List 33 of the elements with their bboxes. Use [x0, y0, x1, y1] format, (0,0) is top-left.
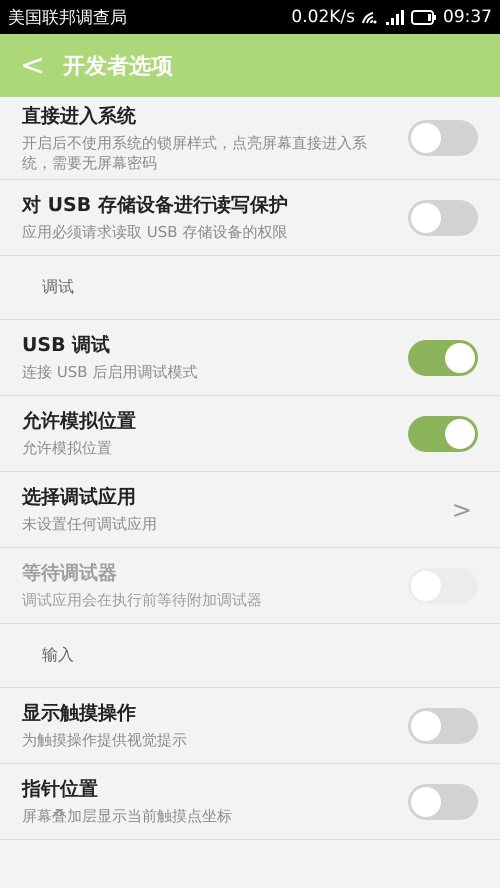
page-title: 开发者选项: [63, 52, 174, 80]
setting-description: 为触摸操作提供视觉提示: [22, 731, 188, 751]
setting-title: 选择调试应用: [22, 485, 137, 510]
setting-description: 允许模拟位置: [22, 439, 113, 459]
setting-title: 显示触摸操作: [22, 701, 137, 726]
section-header: 输入: [42, 645, 74, 666]
setting-description: 应用必须请求读取 USB 存储设备的权限: [22, 223, 288, 243]
toggle-switch[interactable]: [408, 708, 478, 744]
network-speed: 0.02K/s: [291, 7, 355, 27]
toggle-switch[interactable]: [408, 784, 478, 820]
setting-description: 连接 USB 后启用调试模式: [22, 363, 198, 383]
setting-description: 调试应用会在执行前等待附加调试器: [22, 591, 263, 611]
chevron[interactable]: >: [452, 496, 478, 524]
setting-title: 允许模拟位置: [22, 409, 137, 434]
setting-title: 对 USB 存储设备进行读写保护: [22, 193, 289, 218]
back-button[interactable]: <: [16, 48, 50, 83]
carrier-name: 美国联邦调查局: [8, 6, 127, 28]
setting-title: USB 调试: [22, 333, 112, 358]
toggle-switch[interactable]: [408, 416, 478, 452]
toggle-switch[interactable]: [408, 120, 478, 156]
setting-description: 开启后不使用系统的锁屏样式，点亮屏幕直接进入系统，需要无屏幕密码: [22, 134, 368, 173]
toggle-switch[interactable]: [408, 200, 478, 236]
setting-title: 指针位置: [22, 777, 99, 802]
setting-title: 直接进入系统: [22, 104, 137, 129]
wifi-icon: [361, 10, 379, 24]
clock: 09:37: [443, 7, 492, 27]
section-header: 调试: [42, 277, 74, 298]
setting-title: 等待调试器: [22, 561, 118, 586]
setting-description: 屏幕叠加层显示当前触摸点坐标: [22, 807, 233, 827]
signal-icon: [385, 9, 405, 25]
toggle-switch[interactable]: [408, 340, 478, 376]
setting-description: 未设置任何调试应用: [22, 515, 158, 535]
battery-icon: [411, 10, 437, 24]
